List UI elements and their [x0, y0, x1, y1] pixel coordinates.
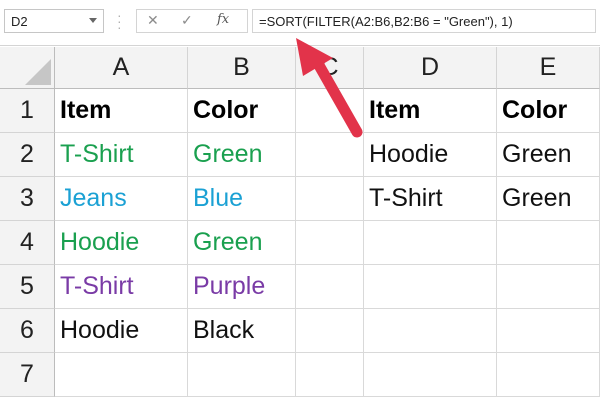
- column-header-a[interactable]: A: [55, 47, 188, 89]
- cell-c2[interactable]: [296, 133, 364, 177]
- chevron-down-icon[interactable]: [89, 18, 97, 23]
- cell-e4[interactable]: [497, 221, 600, 265]
- cell-e2[interactable]: Green: [497, 133, 600, 177]
- cell-d6[interactable]: [364, 309, 497, 353]
- cell-c3[interactable]: [296, 177, 364, 221]
- enter-icon[interactable]: ✓: [181, 12, 193, 29]
- row-header-3[interactable]: 3: [0, 177, 55, 221]
- cell-b7[interactable]: [188, 353, 296, 397]
- cell-d3[interactable]: T-Shirt: [364, 177, 497, 221]
- row-header-6[interactable]: 6: [0, 309, 55, 353]
- cancel-icon[interactable]: ✕: [147, 12, 159, 29]
- select-all-icon[interactable]: [25, 59, 51, 85]
- cell-a1[interactable]: Item: [55, 89, 188, 133]
- cell-c7[interactable]: [296, 353, 364, 397]
- cell-d4[interactable]: [364, 221, 497, 265]
- name-box-value: D2: [11, 14, 28, 29]
- cell-e7[interactable]: [497, 353, 600, 397]
- cell-a3[interactable]: Jeans: [55, 177, 188, 221]
- cell-d7[interactable]: [364, 353, 497, 397]
- cell-a5[interactable]: T-Shirt: [55, 265, 188, 309]
- cell-e3[interactable]: Green: [497, 177, 600, 221]
- cell-b3[interactable]: Blue: [188, 177, 296, 221]
- cell-c6[interactable]: [296, 309, 364, 353]
- cell-e5[interactable]: [497, 265, 600, 309]
- column-header-d[interactable]: D: [364, 47, 497, 89]
- cell-a7[interactable]: [55, 353, 188, 397]
- formula-input[interactable]: =SORT(FILTER(A2:B6,B2:B6 = "Green"), 1): [252, 9, 596, 33]
- cell-b2[interactable]: Green: [188, 133, 296, 177]
- cell-a6[interactable]: Hoodie: [55, 309, 188, 353]
- column-header-c[interactable]: C: [296, 47, 364, 89]
- cell-d2[interactable]: Hoodie: [364, 133, 497, 177]
- cell-c5[interactable]: [296, 265, 364, 309]
- row-header-2[interactable]: 2: [0, 133, 55, 177]
- cell-b6[interactable]: Black: [188, 309, 296, 353]
- cell-d1[interactable]: Item: [364, 89, 497, 133]
- row-header-7[interactable]: 7: [0, 353, 55, 397]
- row-header-4[interactable]: 4: [0, 221, 55, 265]
- drag-handle-icon[interactable]: · · ·: [117, 8, 123, 34]
- formula-bar: D2 · · · ✕ ✓ fx =SORT(FILTER(A2:B6,B2:B6 =…: [0, 0, 600, 46]
- cell-e6[interactable]: [497, 309, 600, 353]
- cell-c4[interactable]: [296, 221, 364, 265]
- cell-b4[interactable]: Green: [188, 221, 296, 265]
- cell-a2[interactable]: T-Shirt: [55, 133, 188, 177]
- column-header-b[interactable]: B: [188, 47, 296, 89]
- cell-b1[interactable]: Color: [188, 89, 296, 133]
- cell-e1[interactable]: Color: [497, 89, 600, 133]
- cell-a4[interactable]: Hoodie: [55, 221, 188, 265]
- cell-c1[interactable]: [296, 89, 364, 133]
- cell-b5[interactable]: Purple: [188, 265, 296, 309]
- row-header-5[interactable]: 5: [0, 265, 55, 309]
- row-header-1[interactable]: 1: [0, 89, 55, 133]
- insert-function-icon[interactable]: fx: [217, 12, 229, 27]
- formula-buttons: ✕ ✓ fx: [136, 9, 248, 33]
- select-all-corner[interactable]: [0, 47, 55, 89]
- name-box[interactable]: D2: [4, 9, 104, 33]
- cell-d5[interactable]: [364, 265, 497, 309]
- spreadsheet-grid: A B C D E 1 2 3 4 5 6 7 Item Color Item …: [0, 47, 600, 400]
- column-header-e[interactable]: E: [497, 47, 600, 89]
